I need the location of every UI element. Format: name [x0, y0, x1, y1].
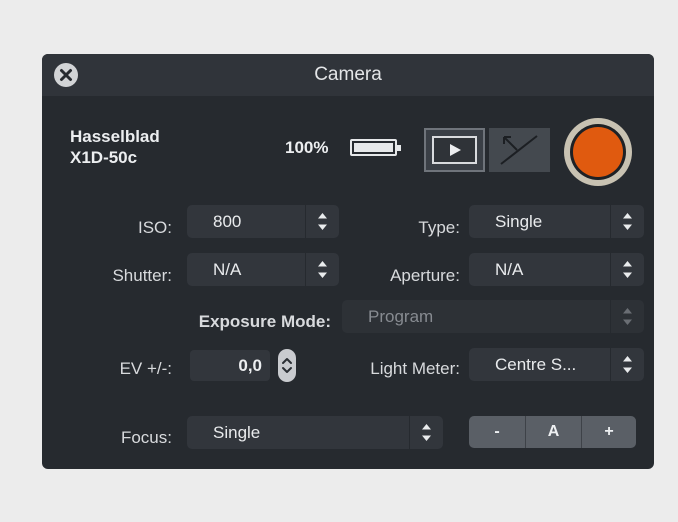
chevron-up-down-icon [623, 308, 632, 325]
type-stepper[interactable] [610, 205, 644, 238]
shutter-select[interactable]: N/A [187, 253, 339, 286]
aperture-stepper[interactable] [610, 253, 644, 286]
record-dot [573, 127, 623, 177]
record-button[interactable] [564, 118, 632, 186]
camera-model-number: X1D-50c [70, 148, 138, 167]
ev-input[interactable]: 0,0 [190, 350, 270, 381]
focus-segmented-control: - A + [469, 416, 636, 448]
type-label: Type: [418, 218, 460, 237]
chevron-up-down-icon [282, 358, 292, 373]
iso-select[interactable]: 800 [187, 205, 339, 238]
iso-value: 800 [213, 212, 242, 231]
focus-auto-button[interactable]: A [526, 416, 581, 448]
shutter-label: Shutter: [112, 266, 172, 285]
fullscreen-button[interactable] [489, 128, 550, 172]
chevron-up-down-icon [318, 213, 327, 230]
chevron-up-down-icon [623, 213, 632, 230]
title-bar: Camera [42, 54, 654, 96]
camera-brand: Hasselblad [70, 127, 160, 146]
chevron-up-down-icon [422, 424, 431, 441]
focus-select[interactable]: Single [187, 416, 443, 449]
exposure-mode-select[interactable]: Program [342, 300, 644, 333]
record-ring [570, 124, 626, 180]
battery-icon [350, 139, 401, 156]
live-view-button[interactable] [424, 128, 485, 172]
focus-value: Single [213, 423, 261, 442]
type-select[interactable]: Single [469, 205, 644, 238]
aperture-value: N/A [495, 260, 524, 279]
battery-level [354, 143, 393, 152]
shutter-value: N/A [213, 260, 242, 279]
chevron-up-down-icon [318, 261, 327, 278]
battery-terminal [397, 145, 401, 151]
focus-stepper[interactable] [409, 416, 443, 449]
focus-plus-button[interactable]: + [582, 416, 636, 448]
light-meter-value: Centre S... [495, 355, 577, 374]
exposure-mode-stepper[interactable] [610, 300, 644, 333]
play-icon [450, 144, 461, 156]
light-meter-select[interactable]: Centre S... [469, 348, 644, 381]
ev-label: EV +/-: [119, 359, 172, 378]
exposure-mode-label: Exposure Mode: [198, 312, 331, 331]
chevron-up-down-icon [623, 261, 632, 278]
expand-icon [500, 135, 538, 165]
focus-label: Focus: [120, 428, 172, 447]
shutter-stepper[interactable] [305, 253, 339, 286]
window-title: Camera [314, 64, 382, 85]
battery-percent: 100% [285, 138, 329, 157]
ev-stepper[interactable] [278, 349, 296, 382]
aperture-select[interactable]: N/A [469, 253, 644, 286]
aperture-label: Aperture: [390, 266, 460, 285]
iso-label: ISO: [137, 218, 172, 237]
iso-stepper[interactable] [305, 205, 339, 238]
ev-value: 0,0 [238, 356, 262, 375]
type-value: Single [495, 212, 543, 231]
exposure-mode-value: Program [368, 307, 434, 326]
light-meter-label: Light Meter: [370, 359, 460, 378]
camera-panel: Camera Hasselblad X1D-50c 100% ISO: 800 [42, 54, 654, 469]
camera-model: Hasselblad X1D-50c [70, 126, 160, 168]
focus-minus-button[interactable]: - [469, 416, 525, 448]
light-meter-stepper[interactable] [610, 348, 644, 381]
live-view-frame [432, 136, 477, 164]
chevron-up-down-icon [623, 356, 632, 373]
